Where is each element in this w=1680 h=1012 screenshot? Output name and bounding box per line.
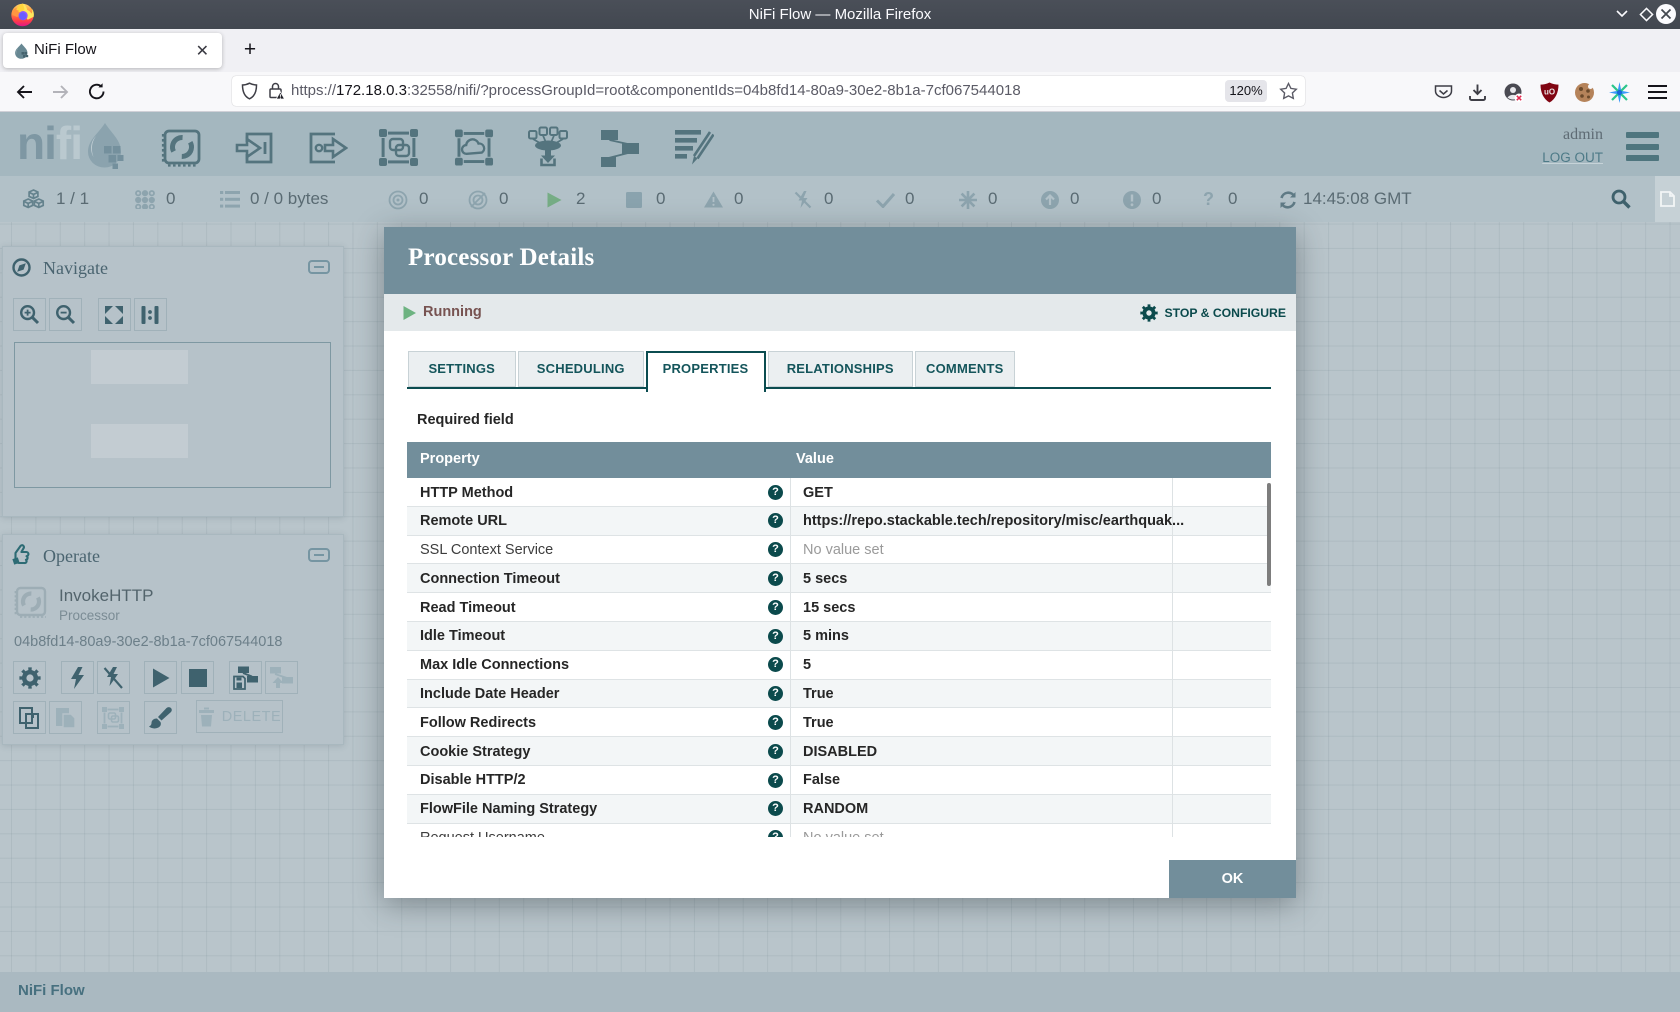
svg-text:uO: uO (1544, 88, 1555, 97)
